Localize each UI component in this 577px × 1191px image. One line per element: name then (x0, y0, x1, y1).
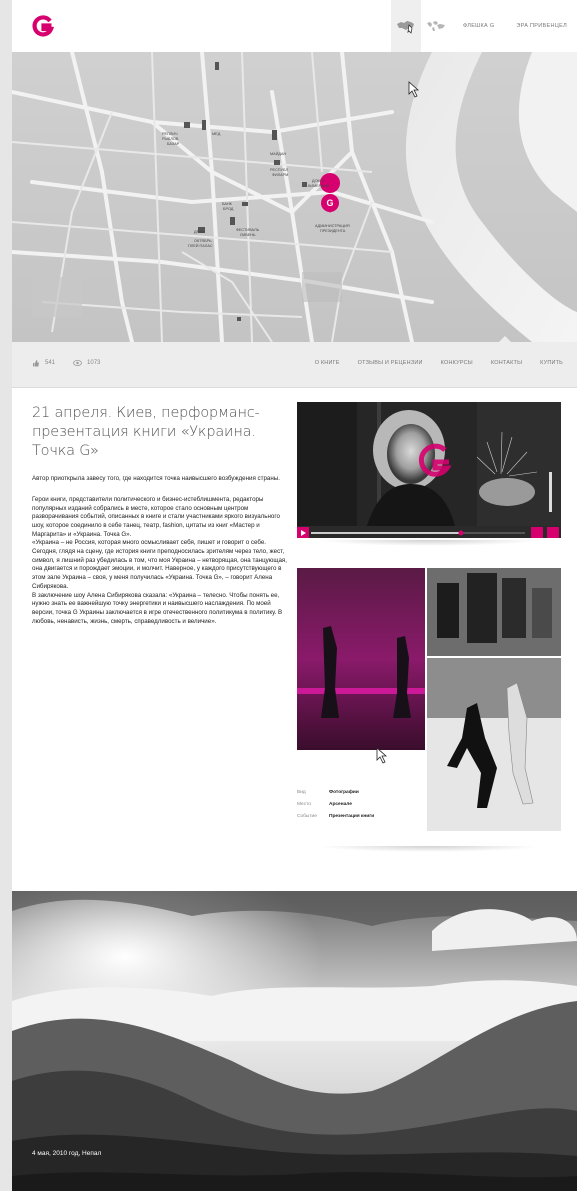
map-label-bazaar: БАЗАР (167, 142, 180, 146)
meta-row: Событие Презентация книги (297, 810, 427, 822)
map-label-replica: РЕПЛИЧ (162, 132, 178, 136)
map-label-maidan: МАЙДАН (270, 152, 287, 156)
map-label-palace: ПЛЕЙ ПАЛАС (188, 244, 213, 248)
ukraine-map-icon (397, 21, 414, 34)
top-header: ФЛЕШКА G ЭРА ПРИВЕНЦЕЛ (12, 0, 577, 52)
article-lead: Автор приоткрыла завесу того, где находи… (32, 475, 280, 482)
svg-text:G: G (326, 198, 333, 208)
likes-count: 541 (45, 360, 56, 366)
article: 21 апреля. Киев, перформанс-презентация … (32, 404, 290, 626)
article-paragraph: В заключение шоу Алена Сибирякова сказал… (32, 591, 283, 625)
meta-value: Презентация книги (329, 813, 375, 819)
map-label-festival: ФЕСТИВАЛЬ (236, 228, 260, 232)
stats: 541 1073 (32, 359, 100, 367)
meta-key: Вид (297, 789, 306, 795)
article-paragraph: «Украина – не Россия, которая много осмы… (32, 539, 287, 590)
map-label-liven: ЛИВЕНЬ (240, 233, 256, 237)
gallery-shadow (317, 846, 541, 852)
map-label-philharmonic: ФИЛАРМ (272, 173, 289, 177)
meta-value: Фотографии (329, 789, 359, 795)
city-map[interactable]: G РЕПЛИЧ РЫБЛОВ БАЗАР МАЙДАН РЕСПУБЛ ФИЛ… (12, 52, 577, 342)
ukraine-map-nav-button[interactable] (391, 0, 421, 52)
map-label-october: ОКТЯБРЬ (194, 239, 212, 243)
landscape-caption: 4 мая, 2010 год, Непал (32, 1150, 102, 1157)
article-body: Герои книги, представители политического… (32, 496, 290, 627)
sub-navigation: 541 1073 О КНИГЕ ОТЗЫВЫ И РЕЦЕНЗИИ КОНКУ… (12, 336, 577, 388)
era-link[interactable]: ЭРА ПРИВЕНЦЕЛ (516, 23, 567, 29)
menu-contests[interactable]: КОНКУРСЫ (441, 360, 473, 366)
video-frame (297, 402, 561, 538)
video-shadow (317, 540, 541, 546)
play-button[interactable] (297, 526, 309, 538)
menu-about-book[interactable]: О КНИГЕ (315, 360, 340, 366)
map-label-republic: РЕСПУБЛ (270, 168, 288, 172)
page: ФЛЕШКА G ЭРА ПРИВЕНЦЕЛ G РЕПЛИЧ РЫБЛОВ Б… (12, 0, 577, 1191)
meta-key: Событие (297, 813, 317, 819)
map-label-fish-market: РЫБЛОВ (162, 137, 179, 141)
article-paragraph: Герои книги, представители политического… (32, 495, 280, 538)
meta-value: Арсенале (329, 801, 352, 807)
article-title: 21 апреля. Киев, перформанс-презентация … (32, 405, 260, 459)
landscape-photo (12, 891, 577, 1191)
map-label-med: МЕД (212, 132, 221, 136)
meta-row: Место Арсенале (297, 798, 427, 810)
menu-reviews[interactable]: ОТЗЫВЫ И РЕЦЕНЗИИ (358, 360, 423, 366)
meta-row: Вид Фотографии (297, 786, 427, 798)
top-nav: ФЛЕШКА G ЭРА ПРИВЕНЦЕЛ (391, 0, 577, 52)
sub-menu: О КНИГЕ ОТЗЫВЫ И РЕЦЕНЗИИ КОНКУРСЫ КОНТА… (315, 360, 563, 366)
gallery-meta: Вид Фотографии Место Арсенале Событие Пр… (297, 786, 427, 822)
meta-key: Место (297, 801, 311, 807)
fullscreen-button[interactable] (531, 526, 543, 538)
map-label-bank: БАНК (222, 202, 232, 206)
world-map-nav-button[interactable] (421, 0, 451, 52)
views-count: 1073 (87, 360, 101, 366)
flash-g-link[interactable]: ФЛЕШКА G (463, 23, 494, 29)
menu-contacts[interactable]: КОНТАКТЫ (491, 360, 522, 366)
map-label-president: ПРЕЗИДЕНТА (320, 229, 346, 233)
eye-icon (73, 360, 82, 366)
map-label-theatre: ДРАМ (194, 230, 205, 234)
volume-button[interactable] (547, 526, 559, 538)
map-label-chimeras: КИМЕРАМИ (308, 184, 330, 188)
thumbs-up-icon (33, 360, 39, 367)
video-controls (297, 526, 561, 538)
map-label-administration: АДМИНИСТРАЦИЯ (315, 224, 350, 228)
video-player[interactable] (297, 402, 561, 538)
menu-buy[interactable]: КУПИТЬ (540, 360, 563, 366)
likes-counter[interactable]: 541 (32, 359, 55, 367)
map-label-house: ДОМ С (312, 179, 325, 183)
map-label-brod: БРОД (223, 207, 234, 211)
views-counter: 1073 (73, 359, 100, 367)
world-map-icon (427, 21, 445, 31)
logo-g-icon[interactable] (32, 15, 54, 37)
active-tab-notch (498, 336, 512, 343)
